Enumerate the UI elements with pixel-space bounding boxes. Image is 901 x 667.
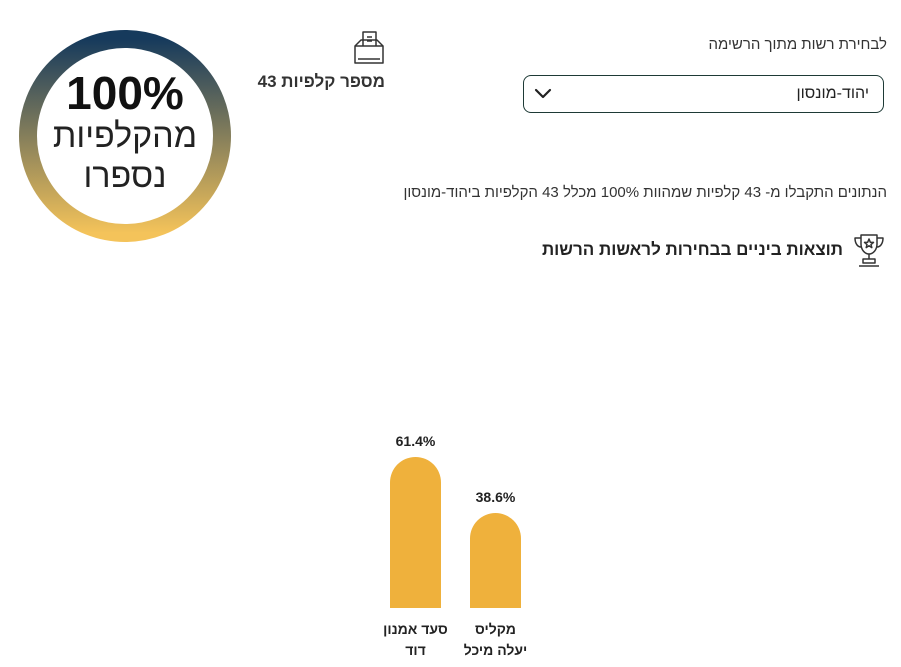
trophy-icon	[854, 234, 884, 267]
bar-value-label-2: 38.6%	[476, 489, 516, 505]
results-bar-chart: 61.4% סעד אמנון דוד 38.6% מקליס יעלה מיכל	[383, 433, 528, 658]
authority-select-label: לבחירת רשות מתוך הרשימה	[708, 36, 888, 53]
data-status-text: הנתונים התקבלו מ- 43 קלפיות שמהוות 100% …	[403, 184, 888, 201]
bar-1	[390, 456, 441, 608]
counted-percent: 100%	[66, 66, 184, 119]
counted-line1: מהקלפיות	[52, 116, 198, 155]
authority-select[interactable]: יהוד-מונסון	[523, 75, 884, 113]
category-label-1-line-2: דוד	[405, 642, 426, 658]
counted-line2: נספרו	[83, 157, 167, 195]
chevron-down-icon	[534, 88, 552, 99]
bar-2	[470, 513, 521, 608]
category-label-1-line-1: סעד אמנון	[383, 621, 448, 637]
ring-label: 100% מהקלפיות נספרו	[16, 27, 234, 245]
ballot-count: מספר קלפיות 43	[257, 72, 385, 91]
bar-value-label-1: 61.4%	[396, 433, 436, 449]
results-title: תוצאות ביניים בבחירות לראשות הרשות	[541, 240, 843, 259]
category-label-2-line-2: יעלה מיכל	[464, 642, 528, 658]
authority-select-value: יהוד-מונסון	[796, 85, 869, 102]
category-label-2-line-1: מקליס	[475, 621, 516, 637]
ballot-box-icon	[354, 31, 384, 64]
